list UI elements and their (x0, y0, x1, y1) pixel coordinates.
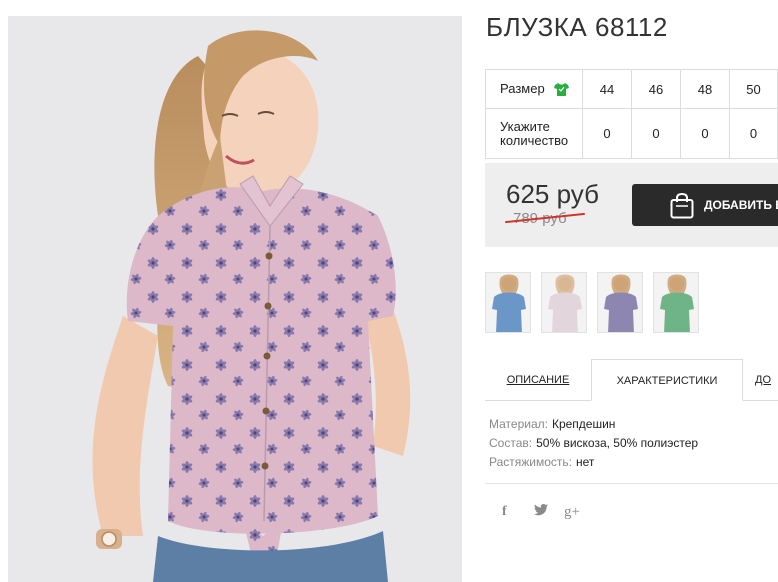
product-title: БЛУЗКА 68112 (486, 12, 668, 42)
current-price: 625 руб (506, 179, 599, 209)
share-divider (485, 483, 778, 484)
size-50: 50 (729, 69, 778, 109)
shopping-bag-icon (670, 193, 694, 219)
spec-stretch-key: Растяжимость: (489, 455, 573, 469)
spec-material-key: Материал: (489, 417, 548, 431)
quantity-row: Укажите количество 0 0 0 0 (485, 108, 778, 159)
size-46: 46 (631, 69, 681, 109)
quantity-input-48[interactable]: 0 (680, 108, 730, 159)
spec-composition: Состав: 50% вискоза, 50% полиэстер (489, 434, 698, 453)
googleplus-icon[interactable]: g+ (564, 504, 580, 521)
size-label: Размер (500, 80, 545, 96)
quantity-input-46[interactable]: 0 (631, 108, 681, 159)
spec-material-value: Крепдешин (551, 417, 616, 431)
quantity-label-line1: Укажите (500, 118, 550, 134)
quantity-label-line2: количество (500, 132, 569, 148)
product-tabs: ОПИСАНИЕ ХАРАКТЕРИСТИКИ ДО (485, 359, 778, 401)
tab-characteristics[interactable]: ХАРАКТЕРИСТИКИ (591, 359, 743, 401)
thumbnail-lilac[interactable] (597, 272, 643, 333)
spec-material: Материал: Крепдешин (489, 415, 698, 434)
add-to-cart-label: ДОБАВИТЬ В (704, 198, 778, 212)
twitter-icon[interactable] (534, 504, 548, 520)
quantity-label-cell: Укажите количество (485, 108, 583, 159)
thumbnail-white[interactable] (541, 272, 587, 333)
tab-delivery-label: ДО (755, 374, 772, 386)
thumbnail-green[interactable] (653, 272, 699, 333)
product-main-photo[interactable] (8, 16, 462, 582)
old-price: 789 руб (505, 210, 585, 227)
size-44: 44 (582, 69, 632, 109)
characteristics-list: Материал: Крепдешин Состав: 50% вискоза, 5… (489, 415, 698, 472)
spec-composition-key: Состав: (489, 436, 533, 450)
quantity-input-50[interactable]: 0 (729, 108, 778, 159)
size-chart-shirt-icon[interactable] (554, 83, 570, 97)
tab-characteristics-label: ХАРАКТЕРИСТИКИ (616, 375, 718, 387)
size-row: Размер 44 46 48 50 (485, 69, 778, 109)
add-to-cart-button[interactable]: ДОБАВИТЬ В (632, 184, 778, 226)
size-48: 48 (680, 69, 730, 109)
quantity-input-44[interactable]: 0 (582, 108, 632, 159)
facebook-icon[interactable]: f (502, 504, 507, 520)
spec-stretch-value: нет (576, 455, 595, 469)
tab-description[interactable]: ОПИСАНИЕ (485, 359, 591, 401)
size-quantity-table: Размер 44 46 48 50 Укажите количество 0 … (485, 69, 778, 159)
price-panel: 625 руб 789 руб ДОБАВИТЬ В (485, 163, 778, 247)
tab-description-label: ОПИСАНИЕ (506, 374, 570, 386)
size-label-cell: Размер (485, 69, 583, 109)
spec-stretch: Растяжимость: нет (489, 453, 698, 472)
thumbnail-blue[interactable] (485, 272, 531, 333)
tab-delivery[interactable]: ДО (755, 359, 778, 401)
spec-composition-value: 50% вискоза, 50% полиэстер (536, 436, 699, 450)
